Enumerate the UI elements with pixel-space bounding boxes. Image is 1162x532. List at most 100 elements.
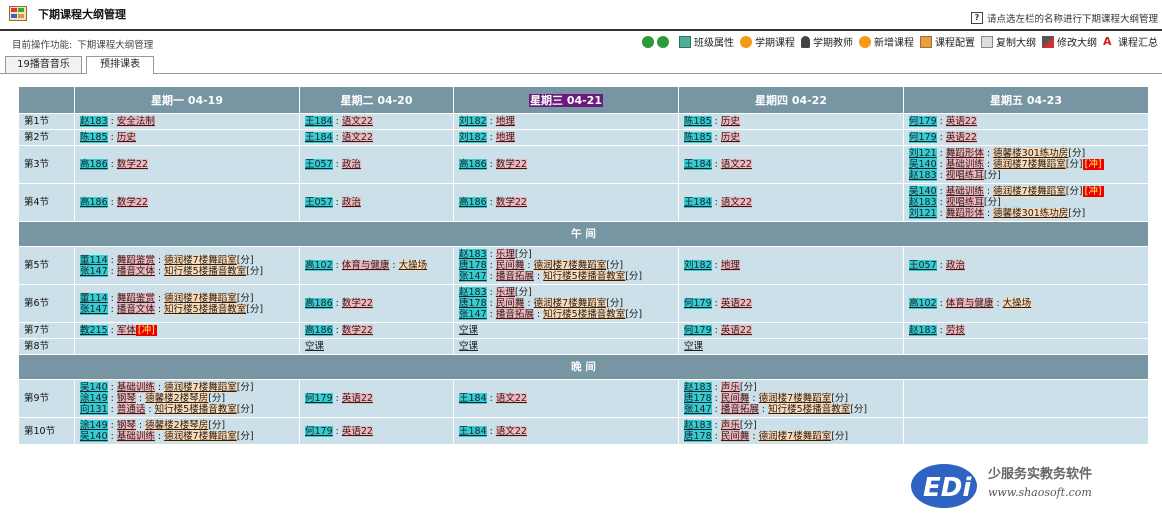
- teacher-link[interactable]: 吴140: [909, 159, 937, 170]
- course-link[interactable]: 军体: [116, 325, 136, 336]
- day-header[interactable]: 星期五 04-23: [903, 86, 1149, 114]
- day-header[interactable]: 星期一 04-19: [74, 86, 300, 114]
- class-attributes-button[interactable]: 班级属性: [679, 34, 734, 49]
- course-link[interactable]: 播音拓展: [495, 309, 534, 320]
- teacher-link[interactable]: 赵183: [80, 116, 108, 127]
- teacher-link[interactable]: 董114: [80, 254, 108, 266]
- room-link[interactable]: 德润楼7楼舞蹈室: [533, 260, 607, 271]
- course-link[interactable]: 播音拓展: [720, 404, 759, 415]
- teacher-link[interactable]: 刘182: [459, 116, 487, 127]
- teacher-link[interactable]: 陈185: [80, 132, 108, 143]
- teacher-link[interactable]: 唐178: [459, 298, 487, 309]
- schedule-cell[interactable]: 涂149 : 钢琴 : 德馨楼2楼琴房[分] 吴140 : 基础训练 : 德润楼7…: [74, 417, 300, 445]
- course-link[interactable]: 英语22: [945, 116, 977, 127]
- course-link[interactable]: 体育与健康: [341, 260, 390, 271]
- teacher-link[interactable]: 何179: [305, 393, 333, 404]
- schedule-cell[interactable]: [903, 417, 1149, 445]
- schedule-cell[interactable]: 高186 : 数学22: [74, 145, 300, 184]
- course-link[interactable]: 舞蹈形体: [945, 208, 984, 219]
- copy-outline-button[interactable]: 复制大纲: [981, 34, 1036, 49]
- course-link[interactable]: 政治: [945, 260, 965, 271]
- room-link[interactable]: 知行楼5楼播音教室: [543, 309, 626, 320]
- course-link[interactable]: 历史: [116, 132, 136, 143]
- course-link[interactable]: 民间舞: [495, 260, 525, 271]
- schedule-cell[interactable]: 赵183 : 乐理[分] 唐178 : 民间舞 : 德润楼7楼舞蹈室[分] 张147…: [453, 284, 679, 323]
- teacher-link[interactable]: 王057: [305, 197, 333, 208]
- schedule-cell[interactable]: 何179 : 英语22: [678, 284, 904, 323]
- schedule-cell[interactable]: 王184 : 语文22: [299, 113, 454, 130]
- course-link[interactable]: 基础训练: [116, 382, 155, 393]
- course-link[interactable]: 基础训练: [945, 159, 984, 170]
- teacher-link[interactable]: 何179: [305, 425, 333, 437]
- schedule-cell[interactable]: 教215 : 军体 [冲]: [74, 322, 300, 339]
- schedule-cell[interactable]: 王184 : 语文22: [453, 379, 679, 418]
- schedule-cell[interactable]: 赵183 : 声乐[分] 唐178 : 民间舞 : 德润楼7楼舞蹈室[分] 张147…: [678, 379, 904, 418]
- teacher-link[interactable]: 何179: [909, 116, 937, 127]
- schedule-cell[interactable]: 何179 : 英语22: [903, 129, 1149, 146]
- teacher-link[interactable]: 赵183: [909, 325, 937, 336]
- forward-icon[interactable]: [642, 35, 654, 48]
- course-link[interactable]: 数学22: [341, 298, 373, 309]
- teacher-link[interactable]: 王184: [459, 393, 487, 404]
- course-link[interactable]: 地理: [495, 132, 515, 143]
- schedule-cell[interactable]: 赵183 : 劳技: [903, 322, 1149, 339]
- teacher-link[interactable]: 赵183: [459, 287, 487, 298]
- course-link[interactable]: 普通话: [116, 404, 146, 415]
- teacher-link[interactable]: 刘182: [459, 132, 487, 143]
- schedule-cell[interactable]: 高186 : 数学22: [74, 183, 300, 222]
- course-link[interactable]: 钢琴: [116, 420, 136, 431]
- room-link[interactable]: 知行楼5楼播音教室: [164, 303, 247, 315]
- course-link[interactable]: 钢琴: [116, 393, 136, 404]
- course-link[interactable]: 历史: [720, 116, 740, 127]
- day-header[interactable]: 星期二 04-20: [299, 86, 454, 114]
- course-link[interactable]: 数学22: [116, 159, 148, 170]
- teacher-link[interactable]: 唐178: [684, 393, 712, 404]
- teacher-link[interactable]: 张147: [459, 309, 487, 320]
- course-link[interactable]: 英语22: [341, 425, 373, 437]
- schedule-cell[interactable]: 王184 : 语文22: [453, 417, 679, 445]
- back-icon[interactable]: [657, 35, 669, 48]
- schedule-cell[interactable]: [903, 338, 1149, 355]
- course-link[interactable]: 声乐: [720, 420, 740, 431]
- schedule-cell[interactable]: 赵183 : 声乐[分] 唐178 : 民间舞 : 德润楼7楼舞蹈室[分]: [678, 417, 904, 445]
- course-link[interactable]: 语文22: [341, 116, 373, 127]
- schedule-cell[interactable]: 刘182 : 地理: [453, 113, 679, 130]
- course-link[interactable]: 数学22: [495, 197, 527, 208]
- room-link[interactable]: 大操场: [398, 260, 428, 271]
- course-link[interactable]: 数学22: [495, 159, 527, 170]
- course-link[interactable]: 舞蹈形体: [945, 148, 984, 159]
- schedule-cell[interactable]: 空课: [678, 338, 904, 355]
- term-teachers-button[interactable]: 学期教师: [801, 34, 853, 49]
- add-course-button[interactable]: 新增课程: [859, 34, 914, 49]
- course-link[interactable]: 语文22: [720, 197, 752, 208]
- schedule-cell[interactable]: 陈185 : 历史: [678, 113, 904, 130]
- schedule-cell[interactable]: 刘182 : 地理: [453, 129, 679, 146]
- course-link[interactable]: 舞蹈鉴赏: [116, 254, 155, 266]
- course-link[interactable]: 乐理: [495, 249, 515, 260]
- teacher-link[interactable]: 唐178: [684, 431, 712, 442]
- course-config-button[interactable]: 课程配置: [920, 34, 975, 49]
- room-link[interactable]: 知行楼5楼播音教室: [164, 265, 247, 277]
- empty-slot[interactable]: 空课: [305, 341, 324, 352]
- teacher-link[interactable]: 刘121: [909, 148, 937, 159]
- schedule-cell[interactable]: 王184 : 语文22: [299, 129, 454, 146]
- course-link[interactable]: 地理: [495, 116, 515, 127]
- empty-slot[interactable]: 空课: [459, 325, 478, 336]
- schedule-cell[interactable]: 陈185 : 历史: [678, 129, 904, 146]
- teacher-link[interactable]: 吴140: [80, 382, 108, 393]
- teacher-link[interactable]: 向131: [80, 404, 108, 415]
- teacher-link[interactable]: 王184: [684, 197, 712, 208]
- course-link[interactable]: 乐理: [495, 287, 515, 298]
- schedule-cell[interactable]: 高186 : 数学22: [453, 145, 679, 184]
- course-link[interactable]: 安全法制: [116, 116, 155, 127]
- day-header[interactable]: 星期四 04-22: [678, 86, 904, 114]
- teacher-link[interactable]: 陈185: [684, 132, 712, 143]
- room-link[interactable]: 德润楼7楼舞蹈室: [164, 431, 237, 442]
- room-link[interactable]: 德润楼7楼舞蹈室: [758, 431, 832, 442]
- teacher-link[interactable]: 何179: [684, 325, 712, 336]
- schedule-cell[interactable]: 高186 : 数学22: [299, 322, 454, 339]
- schedule-cell[interactable]: 空课: [299, 338, 454, 355]
- course-link[interactable]: 体育与健康: [945, 298, 994, 309]
- teacher-link[interactable]: 唐178: [459, 260, 487, 271]
- course-link[interactable]: 播音文体: [116, 303, 155, 315]
